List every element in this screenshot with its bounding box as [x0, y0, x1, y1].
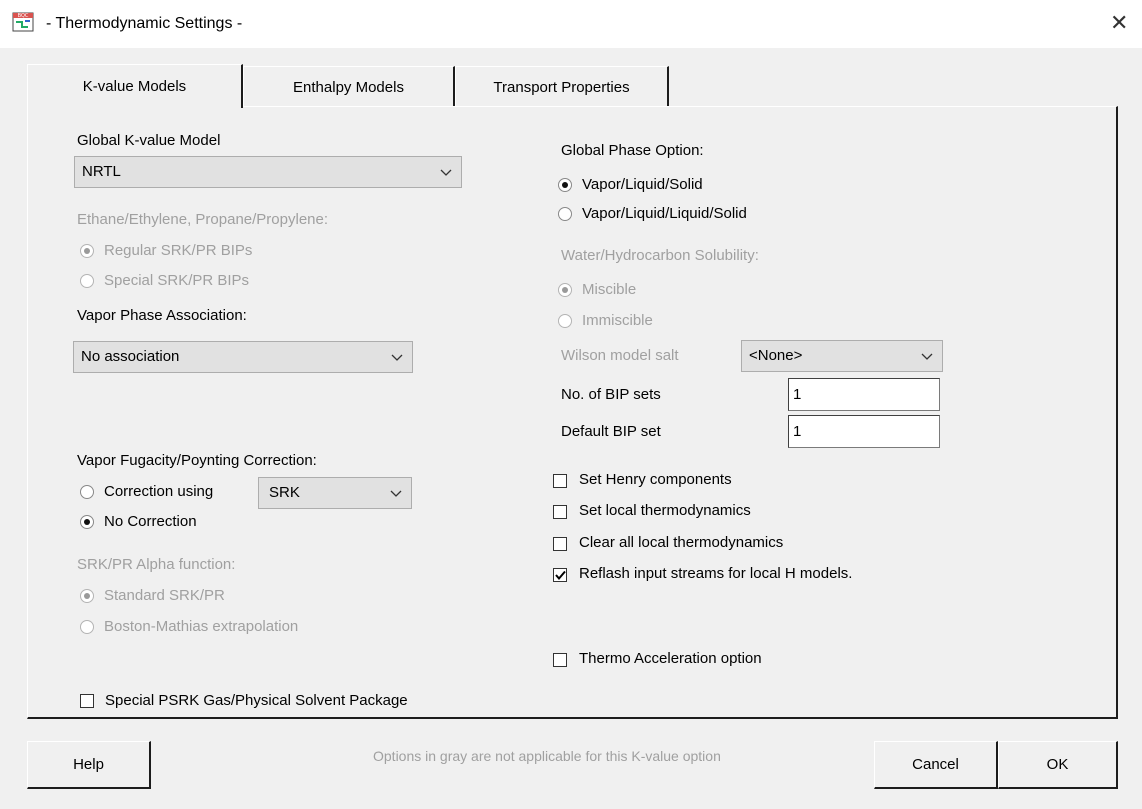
immiscible-radio: [558, 314, 572, 328]
wilson-salt-select[interactable]: <None>: [741, 340, 943, 372]
vlls-radio[interactable]: [558, 207, 572, 221]
vlls-label: Vapor/Liquid/Liquid/Solid: [582, 205, 747, 222]
vapor-assoc-value: No association: [81, 348, 180, 365]
checkmark-icon: [555, 570, 566, 581]
henry-checkbox[interactable]: [553, 474, 567, 488]
boston-mathias-label: Boston-Mathias extrapolation: [104, 618, 299, 635]
special-bips-radio: [80, 274, 94, 288]
gray-options-note: Options in gray are not applicable for t…: [373, 748, 721, 764]
boston-mathias-radio: [80, 620, 94, 634]
immiscible-label: Immiscible: [582, 312, 653, 329]
vls-label: Vapor/Liquid/Solid: [582, 176, 703, 193]
phase-label: Global Phase Option:: [561, 142, 704, 159]
global-kvalue-value: NRTL: [82, 163, 121, 180]
vls-radio[interactable]: [558, 178, 572, 192]
thermo-accel-checkbox[interactable]: [553, 653, 567, 667]
global-kvalue-select[interactable]: NRTL: [74, 156, 462, 188]
regular-bips-label: Regular SRK/PR BIPs: [104, 242, 253, 259]
standard-srk-label: Standard SRK/PR: [104, 587, 225, 604]
default-bip-value: 1: [793, 423, 802, 440]
local-thermo-label: Set local thermodynamics: [579, 502, 751, 519]
special-bips-label: Special SRK/PR BIPs: [104, 272, 250, 289]
ethane-label: Ethane/Ethylene, Propane/Propylene:: [77, 211, 329, 228]
thermo-accel-label: Thermo Acceleration option: [579, 650, 762, 667]
chevron-down-icon: [390, 490, 402, 497]
alpha-label: SRK/PR Alpha function:: [77, 556, 236, 573]
help-button[interactable]: Help: [27, 741, 151, 789]
bip-sets-input[interactable]: 1: [788, 378, 940, 411]
wilson-label: Wilson model salt: [561, 347, 679, 364]
vapor-assoc-label: Vapor Phase Association:: [77, 307, 247, 324]
cancel-button-label: Cancel: [912, 756, 959, 773]
psrk-label: Special PSRK Gas/Physical Solvent Packag…: [105, 692, 408, 709]
chevron-down-icon: [921, 353, 933, 360]
fugacity-model-value: SRK: [269, 484, 300, 501]
clear-local-label: Clear all local thermodynamics: [579, 534, 784, 551]
no-correction-label: No Correction: [104, 513, 197, 530]
chevron-down-icon: [440, 169, 452, 176]
help-button-label: Help: [73, 756, 104, 773]
fugacity-model-select[interactable]: SRK: [258, 477, 412, 509]
psrk-checkbox[interactable]: [80, 694, 94, 708]
cancel-button[interactable]: Cancel: [874, 741, 998, 789]
regular-bips-radio: [80, 244, 94, 258]
chevron-down-icon: [391, 354, 403, 361]
reflash-checkbox[interactable]: [553, 568, 567, 582]
bip-sets-value: 1: [793, 386, 802, 403]
correction-using-label: Correction using: [104, 483, 214, 500]
ok-button[interactable]: OK: [998, 741, 1118, 789]
clear-local-checkbox[interactable]: [553, 537, 567, 551]
default-bip-label: Default BIP set: [561, 423, 661, 440]
correction-using-radio[interactable]: [80, 485, 94, 499]
miscible-radio: [558, 283, 572, 297]
water-label: Water/Hydrocarbon Solubility:: [561, 247, 759, 264]
fugacity-label: Vapor Fugacity/Poynting Correction:: [77, 452, 317, 469]
ok-button-label: OK: [1046, 756, 1069, 773]
global-kvalue-label: Global K-value Model: [77, 132, 221, 149]
bip-sets-label: No. of BIP sets: [561, 386, 661, 403]
miscible-label: Miscible: [582, 281, 637, 298]
local-thermo-checkbox[interactable]: [553, 505, 567, 519]
henry-label: Set Henry components: [579, 471, 732, 488]
wilson-salt-value: <None>: [749, 347, 803, 364]
vapor-assoc-select[interactable]: No association: [73, 341, 413, 373]
reflash-label: Reflash input streams for local H models…: [579, 565, 853, 582]
standard-srk-radio: [80, 589, 94, 603]
no-correction-radio[interactable]: [80, 515, 94, 529]
default-bip-input[interactable]: 1: [788, 415, 940, 448]
